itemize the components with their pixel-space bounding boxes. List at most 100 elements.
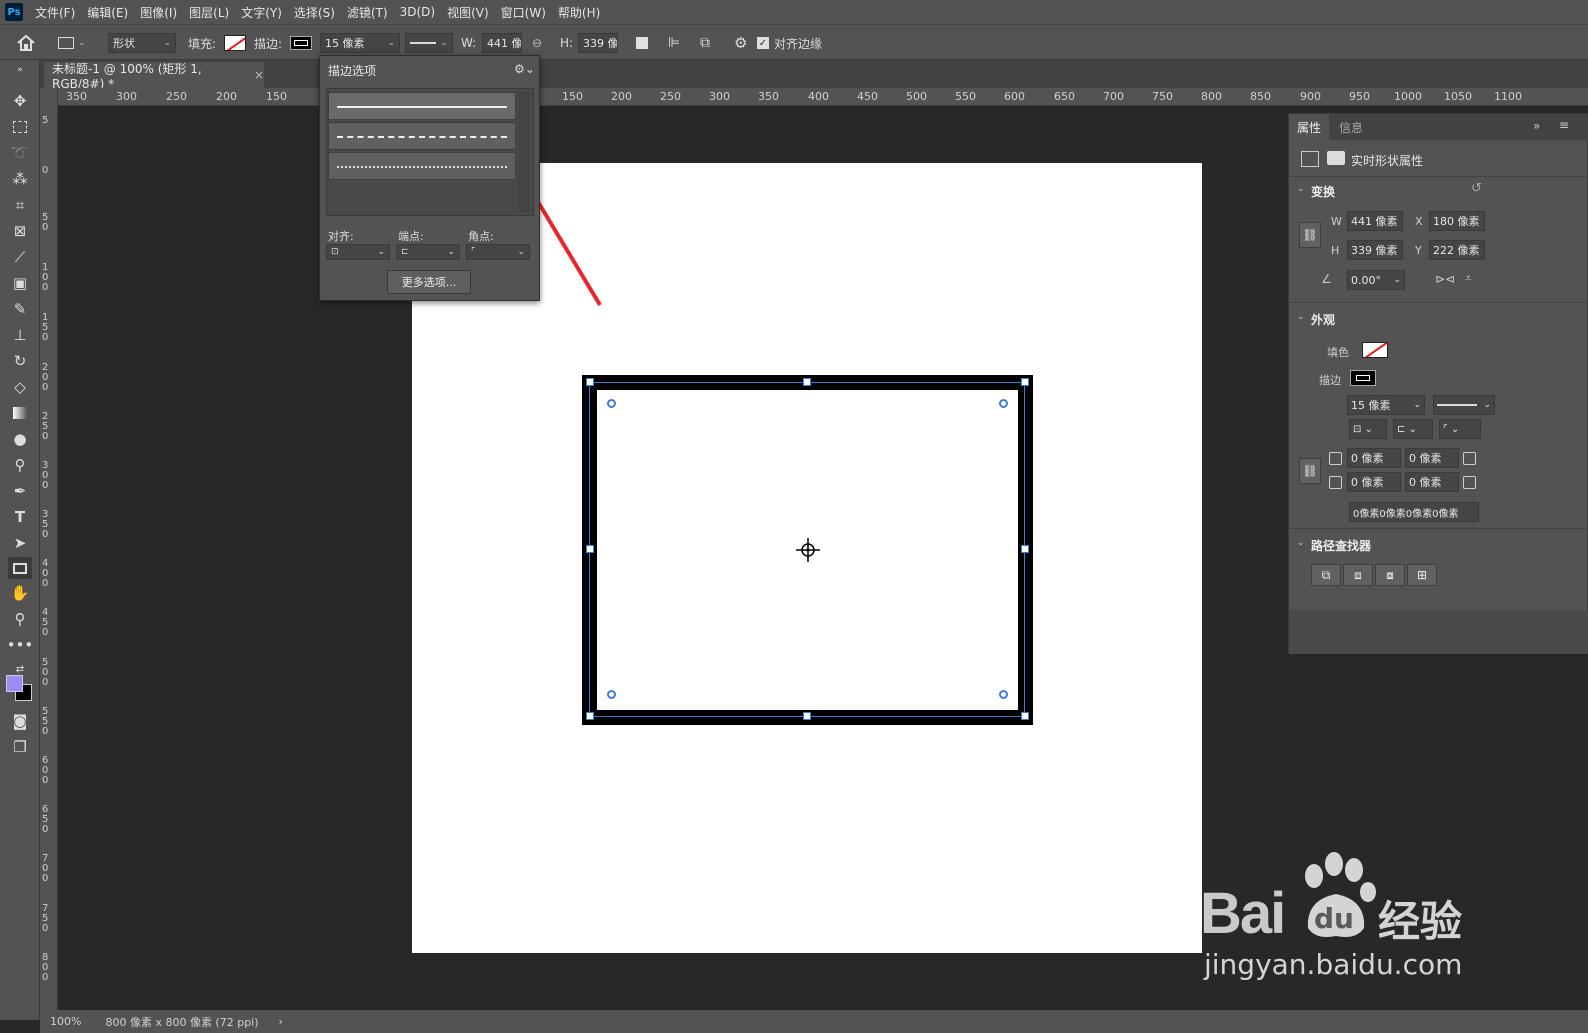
transform-handle-top-right[interactable] [1021, 378, 1029, 386]
align-edges-checkbox[interactable]: ✓ [757, 37, 769, 49]
stroke-preset-dotted[interactable] [328, 152, 516, 180]
transform-handle-top[interactable] [803, 378, 811, 386]
transform-x-field[interactable]: 180 像素 [1429, 211, 1485, 231]
path-selection-icon[interactable]: ➤ [8, 532, 32, 554]
eraser-tool-icon[interactable]: ◇ [8, 376, 32, 398]
fill-swatch[interactable] [1362, 342, 1388, 358]
link-corners-icon[interactable]: ⛓ [1299, 458, 1321, 484]
move-tool-icon[interactable]: ✥ [8, 90, 32, 112]
menu-select[interactable]: 选择(S) [294, 4, 335, 21]
status-menu-arrow[interactable]: › [279, 1015, 283, 1028]
corner-radius-all-field[interactable]: 0像素0像素0像素0像素 [1349, 502, 1479, 522]
transform-handle-bottom-left[interactable] [586, 712, 594, 720]
transform-handle-bottom[interactable] [803, 712, 811, 720]
rectangle-tool-icon[interactable] [8, 557, 32, 579]
document-tab[interactable]: 未标题-1 @ 100% (矩形 1, RGB/8#) * × [44, 62, 264, 91]
menu-3d[interactable]: 3D(D) [400, 5, 435, 19]
path-operations-icon[interactable] [636, 32, 648, 54]
type-tool-icon[interactable]: T [8, 506, 32, 528]
stroke-caps-select[interactable]: ⊏ ⌄ [396, 244, 460, 260]
screen-mode-icon[interactable]: ❐ [8, 736, 32, 758]
menu-edit[interactable]: 编辑(E) [87, 4, 128, 21]
crop-tool-icon[interactable]: ⌗ [8, 194, 32, 216]
horizontal-ruler[interactable]: 350 300 250 200 150 150 200 250 300 350 … [58, 88, 1588, 106]
flip-horizontal-icon[interactable]: ⊳⊲ [1435, 272, 1455, 286]
tool-preset-picker[interactable]: ⌄ [58, 32, 86, 54]
fill-swatch[interactable] [224, 35, 246, 51]
menu-type[interactable]: 文字(Y) [241, 4, 282, 21]
transform-y-field[interactable]: 222 像素 [1429, 240, 1485, 260]
link-dimensions-icon[interactable]: ⛓ [1299, 222, 1321, 248]
menu-file[interactable]: 文件(F) [35, 4, 75, 21]
close-tab-icon[interactable]: × [254, 68, 264, 82]
frame-tool-icon[interactable]: ⊠ [8, 220, 32, 242]
stroke-caps-select[interactable]: ⊏ ⌄ [1393, 419, 1433, 439]
corner-radius-top-left[interactable]: 0 像素 [1347, 448, 1401, 468]
menu-view[interactable]: 视图(V) [447, 4, 489, 21]
lasso-tool-icon[interactable]: ➰ [8, 142, 32, 164]
stroke-preset-solid[interactable] [328, 92, 516, 120]
corner-radius-bottom-left[interactable]: 0 像素 [1347, 472, 1401, 492]
pen-tool-icon[interactable]: ✒ [8, 480, 32, 502]
height-field[interactable]: 339 像素 [578, 33, 618, 53]
stroke-type-select[interactable]: ⌄ [405, 33, 453, 53]
menu-image[interactable]: 图像(I) [140, 4, 177, 21]
panel-collapse-icon[interactable]: » [1533, 119, 1540, 133]
more-tools-icon[interactable]: ••• [7, 634, 34, 656]
intersect-shapes-icon[interactable]: ⧇ [1375, 564, 1405, 586]
stroke-swatch[interactable] [1350, 370, 1376, 386]
transform-handle-left[interactable] [586, 545, 594, 553]
menu-filter[interactable]: 滤镜(T) [347, 4, 388, 21]
combine-shapes-icon[interactable]: ⧉ [1311, 564, 1341, 586]
zoom-level[interactable]: 100% [50, 1015, 81, 1028]
menu-help[interactable]: 帮助(H) [558, 4, 600, 21]
stroke-align-select[interactable]: ⊡ ⌄ [1349, 419, 1387, 439]
healing-brush-icon[interactable]: ▣ [8, 272, 32, 294]
gear-icon[interactable]: ⚙ [734, 32, 747, 54]
transform-handle-bottom-right[interactable] [1021, 712, 1029, 720]
chevron-down-icon[interactable]: ⌄ [1297, 312, 1305, 322]
menu-window[interactable]: 窗口(W) [501, 4, 546, 21]
history-brush-icon[interactable]: ↻ [8, 350, 32, 372]
marquee-tool-icon[interactable] [8, 116, 32, 138]
zoom-tool-icon[interactable]: ⚲ [8, 608, 32, 630]
gear-icon[interactable]: ⚙⌄ [514, 62, 535, 76]
more-options-button[interactable]: 更多选项... [387, 270, 471, 294]
stroke-preset-dashed[interactable] [328, 122, 516, 150]
reset-icon[interactable]: ↺ [1471, 181, 1482, 196]
stroke-corners-select[interactable]: ⌜ ⌄ [466, 244, 530, 260]
tab-info[interactable]: 信息 [1331, 114, 1371, 140]
flip-vertical-icon[interactable]: ⩡ [1465, 271, 1472, 286]
mode-select[interactable]: 形状 ⌄ [108, 33, 176, 53]
blur-tool-icon[interactable]: ● [8, 428, 32, 450]
eyedropper-icon[interactable]: ⟋ [8, 246, 32, 268]
transform-handle-right[interactable] [1021, 545, 1029, 553]
menu-layer[interactable]: 图层(L) [189, 4, 229, 21]
panel-menu-icon[interactable]: ≡ [1559, 118, 1569, 132]
width-field[interactable]: 441 像素 [482, 33, 522, 53]
magic-wand-icon[interactable]: ⁂ [8, 168, 32, 190]
stroke-corners-select[interactable]: ⌜ ⌄ [1439, 419, 1481, 439]
scrollbar[interactable] [518, 92, 530, 212]
stroke-width-field[interactable]: 15 像素 ⌄ [320, 33, 400, 53]
exclude-overlap-icon[interactable]: ⊞ [1407, 564, 1437, 586]
corner-radius-widget[interactable] [607, 690, 616, 699]
corner-radius-top-right[interactable]: 0 像素 [1405, 448, 1459, 468]
gradient-tool-icon[interactable] [8, 402, 32, 424]
foreground-color-swatch[interactable] [6, 675, 23, 692]
corner-radius-bottom-right[interactable]: 0 像素 [1405, 472, 1459, 492]
collapse-icon[interactable]: » [8, 64, 32, 76]
chevron-down-icon[interactable]: ⌄ [1297, 538, 1305, 548]
corner-radius-widget[interactable] [607, 399, 616, 408]
corner-radius-widget[interactable] [999, 690, 1008, 699]
brush-tool-icon[interactable]: ✎ [8, 298, 32, 320]
stroke-swatch[interactable] [290, 36, 312, 50]
quick-mask-icon[interactable]: ◙ [8, 710, 32, 732]
stroke-width-field[interactable]: 15 像素 ⌄ [1347, 395, 1425, 415]
tab-properties[interactable]: 属性 [1289, 114, 1330, 140]
subtract-front-shape-icon[interactable]: ⧈ [1343, 564, 1373, 586]
rotation-angle-field[interactable]: 0.00° ⌄ [1347, 270, 1405, 290]
transform-width-field[interactable]: 441 像素 [1347, 211, 1403, 231]
vertical-ruler[interactable]: 5 0 5 0 1 0 0 1 5 0 2 0 0 2 5 0 3 0 0 3 … [40, 88, 58, 1010]
stamp-tool-icon[interactable]: ⊥ [8, 324, 32, 346]
